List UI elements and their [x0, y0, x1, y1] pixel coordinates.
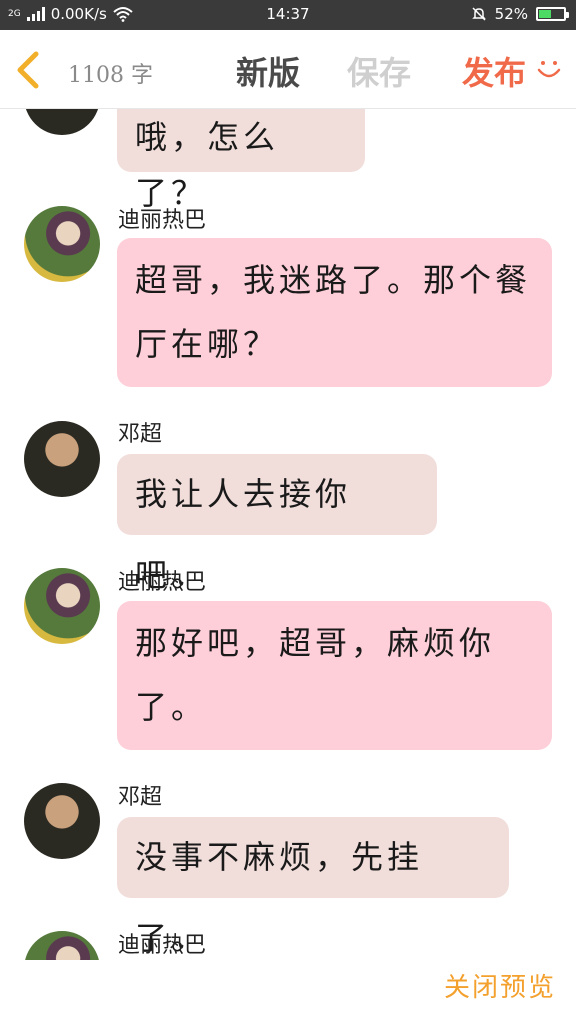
- status-right: 52%: [471, 5, 569, 23]
- battery-fill: [539, 10, 552, 18]
- chat-bubble: 我让人去接你吧。: [117, 454, 437, 594]
- save-button[interactable]: 保存: [347, 48, 411, 94]
- speaker-name: 迪丽热巴: [118, 208, 207, 233]
- chat-bubble: 没事不麻烦，先挂了。: [117, 817, 509, 957]
- word-count: 1108 字: [68, 63, 153, 88]
- bubble-line: 厅在哪？: [135, 325, 280, 363]
- speaker-name: 迪丽热巴: [118, 570, 207, 595]
- chevron-left-icon[interactable]: [12, 50, 46, 90]
- avatar: [24, 421, 100, 497]
- publish-button[interactable]: 发布: [462, 48, 526, 94]
- battery-icon: [536, 7, 569, 21]
- bubble-line: 超哥，我迷路了。那个餐: [135, 261, 532, 299]
- chat-bubble: 哦，怎么了？: [117, 109, 365, 212]
- status-bar: 2G 0.00K/s 14:37 52%: [0, 0, 576, 30]
- bubble-line: 那好吧，超哥，麻烦你: [135, 624, 496, 662]
- chat-bubble: 超哥，我迷路了。那个餐 厅在哪？: [117, 238, 552, 387]
- chat-bubble: 那好吧，超哥，麻烦你 了。: [117, 601, 552, 750]
- close-preview-button[interactable]: 关闭预览: [444, 967, 556, 1004]
- avatar: [24, 206, 100, 282]
- editor-header: 1108 字 新版 保存 发布: [0, 30, 576, 109]
- chat-preview[interactable]: 哦，怎么了？ 迪丽热巴 超哥，我迷路了。那个餐 厅在哪？ 邓超 我让人去接你吧。…: [0, 109, 576, 960]
- speaker-name: 迪丽热巴: [118, 933, 207, 958]
- avatar: [24, 568, 100, 644]
- smile-icon[interactable]: [534, 54, 564, 84]
- new-version-button[interactable]: 新版: [236, 48, 300, 94]
- silent-bell-icon: [471, 7, 486, 21]
- speaker-name: 邓超: [118, 422, 163, 447]
- battery-percent: 52%: [494, 5, 528, 23]
- avatar: [24, 783, 100, 859]
- speaker-name: 邓超: [118, 785, 163, 810]
- bubble-line: 了。: [135, 688, 208, 726]
- avatar: [24, 109, 100, 135]
- avatar: [24, 931, 100, 960]
